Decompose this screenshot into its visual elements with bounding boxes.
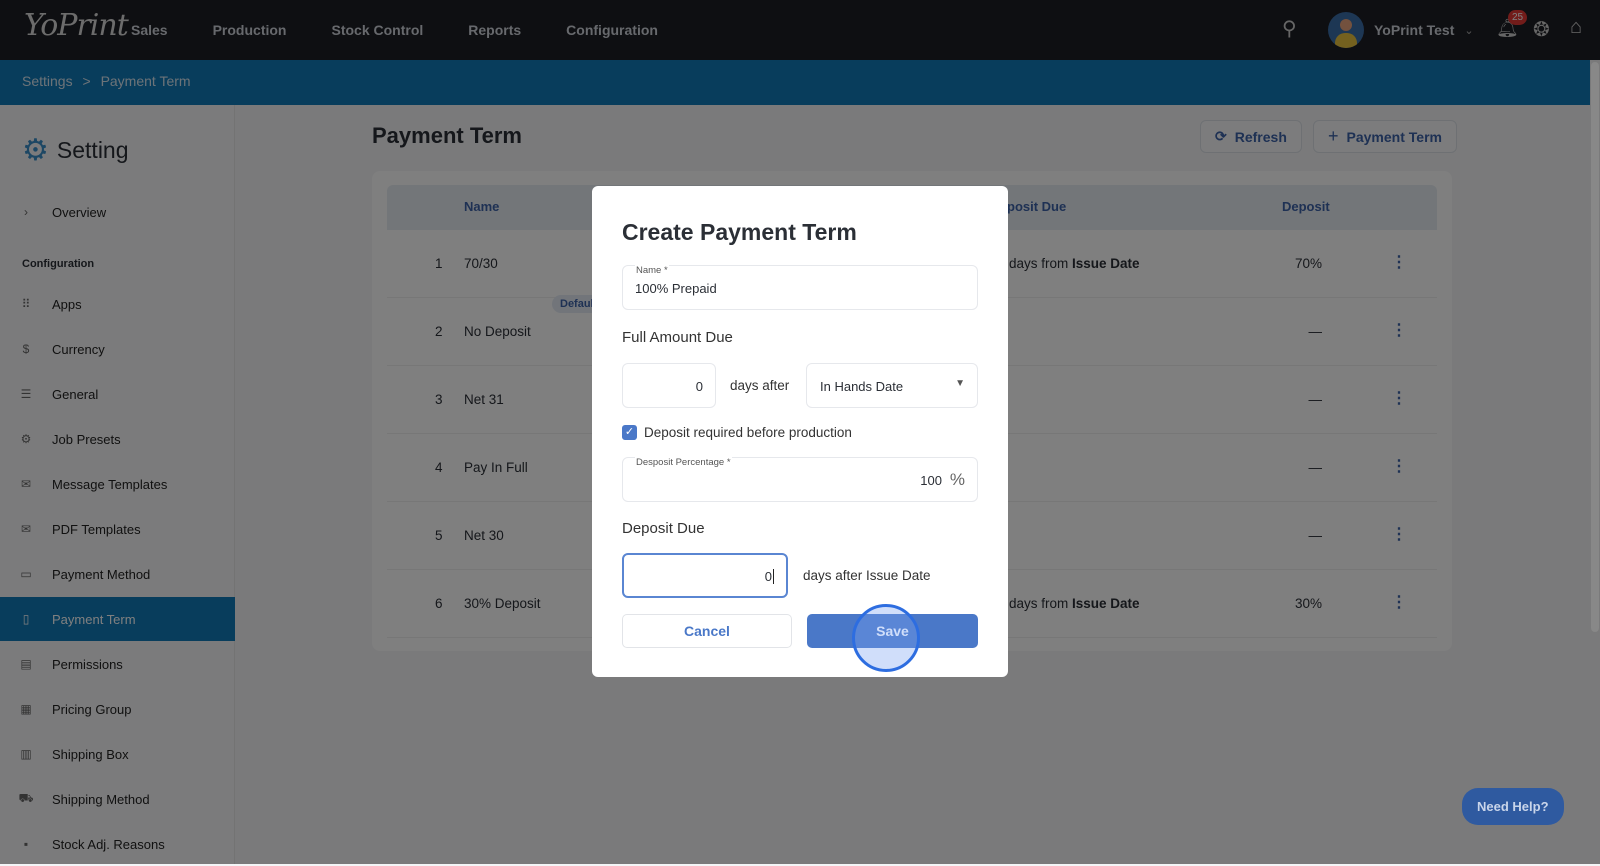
deposit-required-label: Deposit required before production [644,425,852,440]
date-type-select[interactable]: In Hands Date ▼ [806,363,978,408]
click-indicator [852,604,920,672]
name-label: Name * [635,265,669,276]
deposit-due-heading: Deposit Due [622,520,705,537]
need-help-button[interactable]: Need Help? [1462,788,1564,825]
deposit-days-value: 0 [764,569,774,584]
date-select-value: In Hands Date [820,379,904,394]
create-payment-term-dialog: Create Payment Term Name * 100% Prepaid … [592,186,1008,677]
name-value: 100% Prepaid [635,281,717,296]
full-amount-due-heading: Full Amount Due [622,329,733,346]
days-after-label: days after [730,378,790,393]
days-after-issue-date-label: days after Issue Date [803,568,931,583]
scrollbar[interactable] [1591,62,1599,632]
name-field[interactable]: Name * 100% Prepaid [622,265,978,310]
deposit-percentage-field[interactable]: Desposit Percentage * 100 % [622,457,978,502]
percent-icon: % [949,470,965,489]
full-days-value: 0 [695,379,703,394]
dialog-title: Create Payment Term [622,219,857,245]
deposit-percentage-label: Desposit Percentage * [635,457,732,468]
cancel-button[interactable]: Cancel [622,614,792,648]
deposit-percentage-value: 100 [920,473,942,488]
dropdown-caret-icon: ▼ [955,378,965,389]
deposit-days-input[interactable]: 0 [622,553,788,598]
deposit-required-checkbox[interactable]: ✓ [622,425,637,440]
full-amount-days-input[interactable]: 0 [622,363,716,408]
